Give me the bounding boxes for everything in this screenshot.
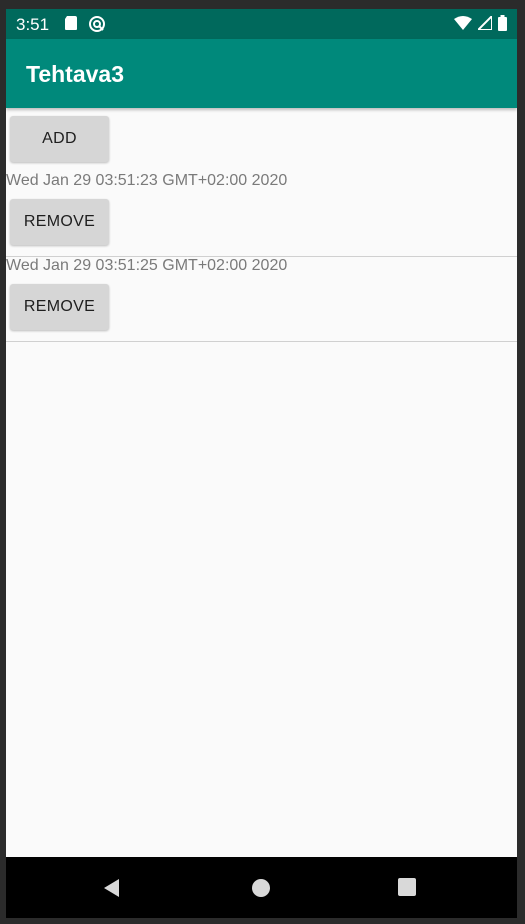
sync-icon: [88, 15, 106, 38]
sd-card-icon: [64, 15, 78, 38]
item-date: Wed Jan 29 03:51:23 GMT+02:00 2020: [6, 172, 288, 189]
wifi-icon: [454, 16, 472, 35]
back-icon[interactable]: [102, 878, 122, 903]
device-screen: 3:51 Tehtava3 ADD Wed Jan 29 03:51:23 GM…: [6, 9, 517, 918]
remove-button[interactable]: REMOVE: [10, 199, 109, 245]
app-title: Tehtava3: [26, 61, 125, 87]
add-button[interactable]: ADD: [10, 116, 109, 162]
home-icon[interactable]: [251, 878, 271, 903]
battery-icon: [498, 15, 507, 36]
item-date: Wed Jan 29 03:51:25 GMT+02:00 2020: [6, 257, 288, 274]
app-bar: Tehtava3: [6, 39, 517, 108]
list-item: Wed Jan 29 03:51:25 GMT+02:00 2020 REMOV…: [6, 257, 517, 342]
remove-button[interactable]: REMOVE: [10, 284, 109, 330]
list-item: Wed Jan 29 03:51:23 GMT+02:00 2020 REMOV…: [6, 172, 517, 257]
status-bar: 3:51: [6, 9, 517, 39]
recents-icon[interactable]: [398, 878, 416, 901]
navigation-bar: [6, 857, 517, 918]
signal-icon: [475, 13, 493, 35]
status-time: 3:51: [16, 15, 50, 34]
